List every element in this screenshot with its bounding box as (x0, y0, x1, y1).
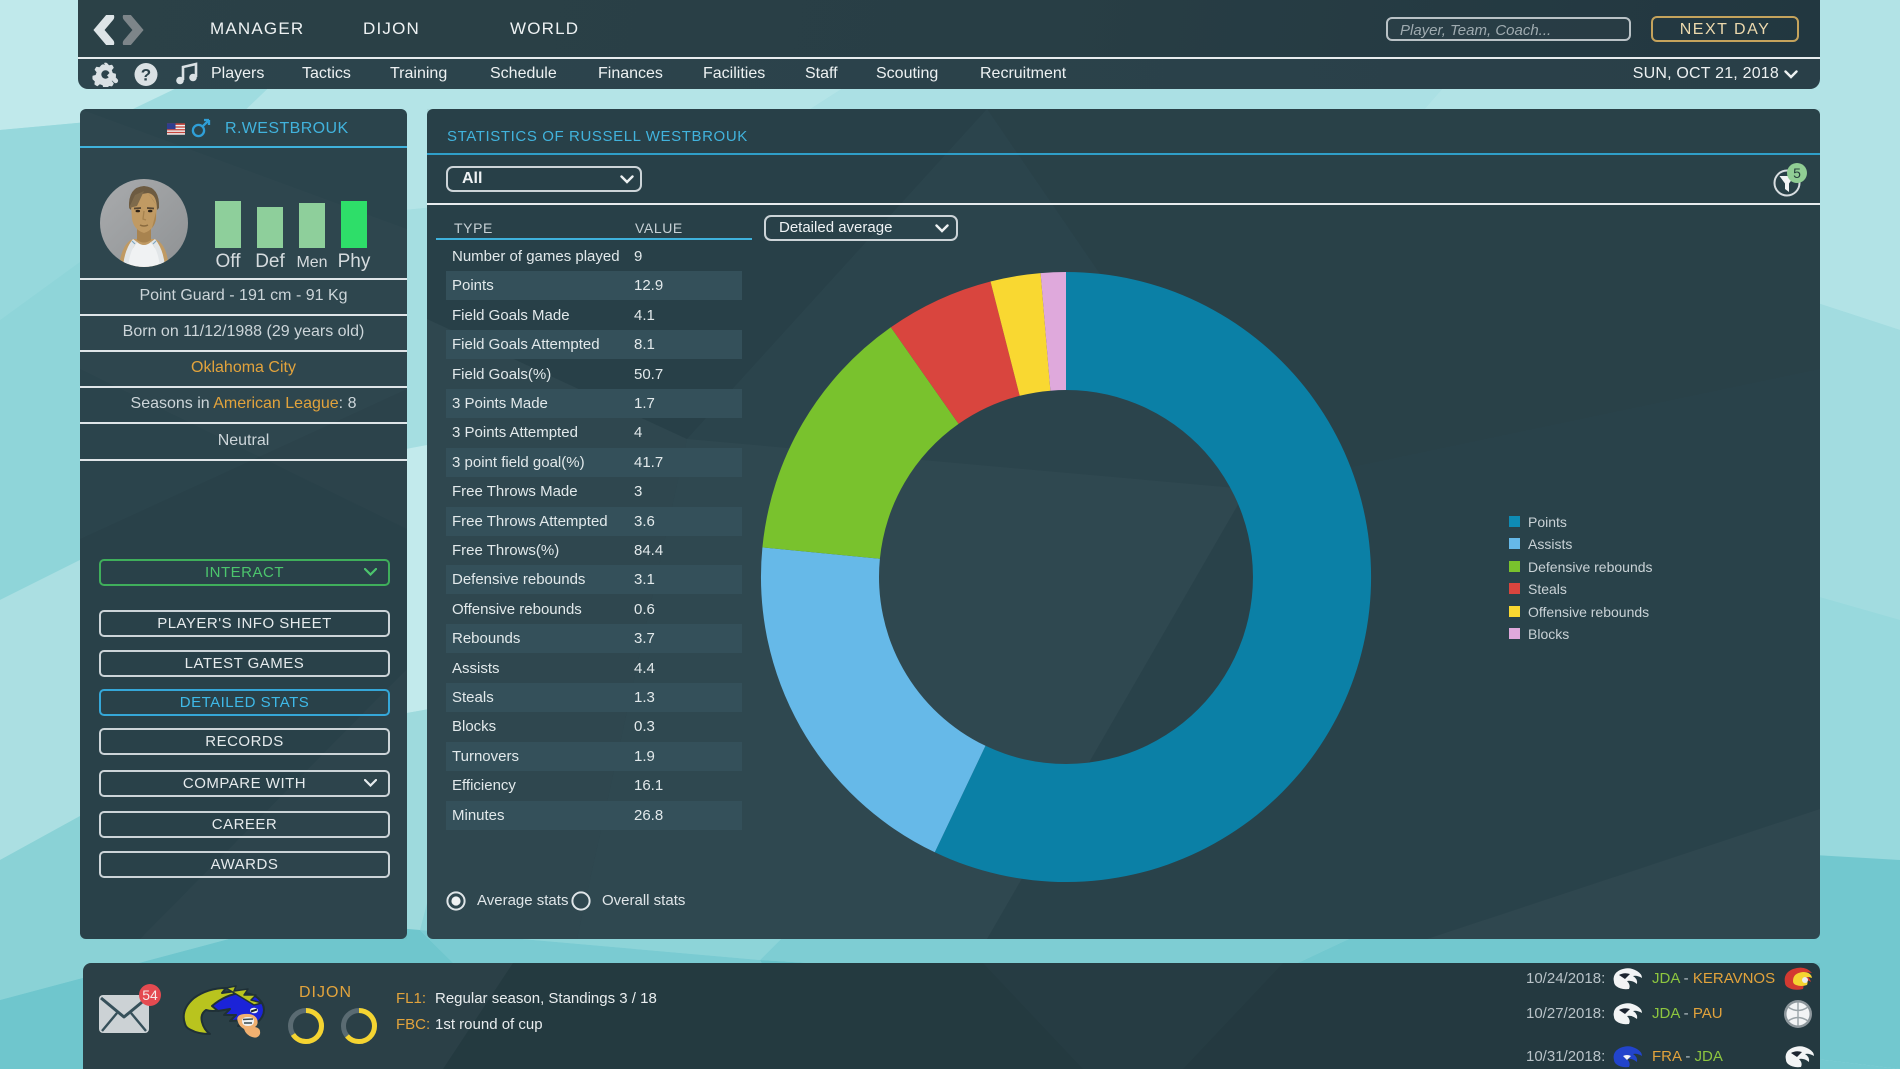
svg-text:54: 54 (142, 987, 158, 1003)
svg-text:?: ? (141, 66, 151, 85)
